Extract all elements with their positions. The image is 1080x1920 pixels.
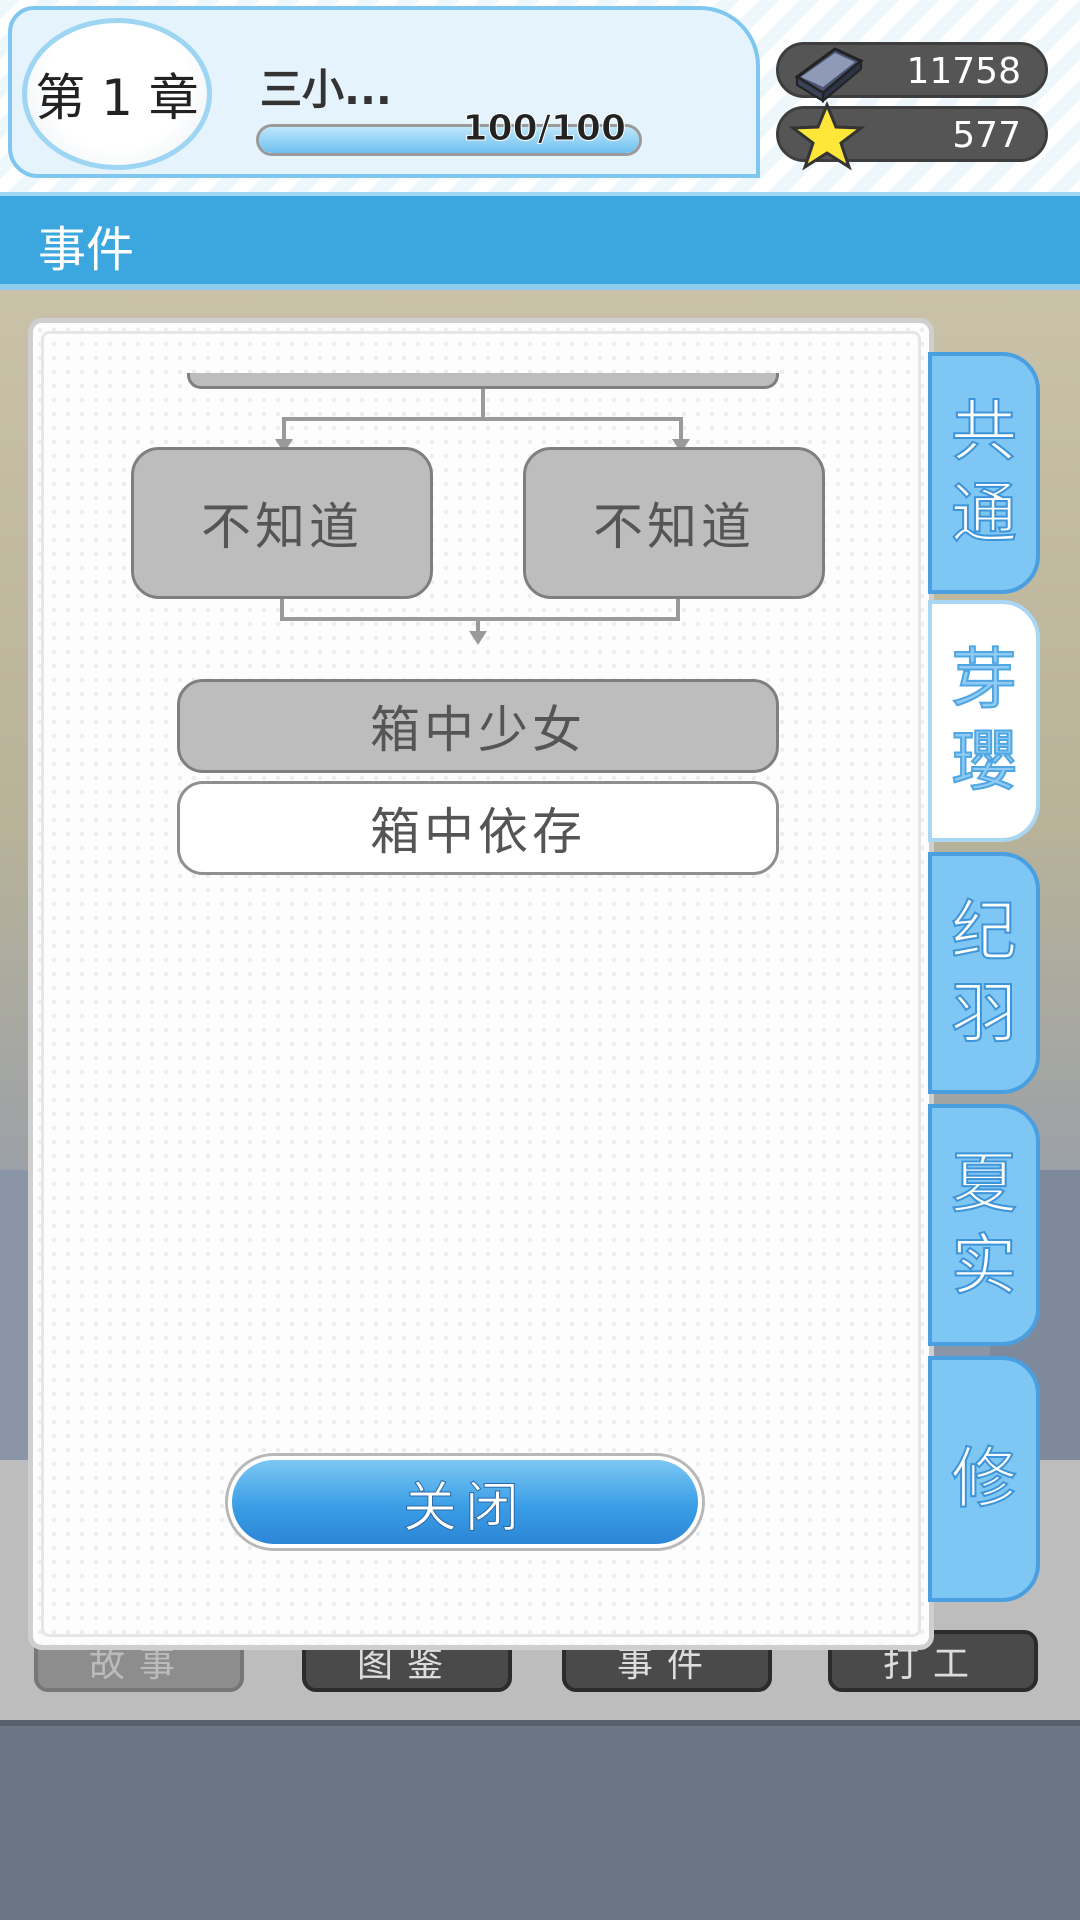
tab-label: 瓔 (950, 722, 1018, 801)
header: 第 1 章 三小... 100/100 11758 577 (0, 0, 1080, 192)
chapter-badge[interactable]: 第 1 章 (22, 18, 212, 170)
currency-gems: 11758 (776, 42, 1048, 104)
star-count: 577 (952, 115, 1021, 156)
gem-count: 11758 (906, 51, 1021, 92)
section-title: 事件 (38, 222, 135, 278)
star-icon (788, 101, 866, 171)
tab-label: 共 (950, 392, 1018, 471)
event-node-current[interactable]: 箱中依存 (177, 781, 779, 875)
connector-line (481, 389, 485, 419)
choice-node-right[interactable]: 不知道 (523, 447, 825, 599)
flow-node-previous (187, 373, 779, 389)
connector-line (679, 417, 683, 441)
gem-block-icon (794, 47, 864, 104)
tab-osamu[interactable]: 修 (928, 1356, 1040, 1602)
tab-common[interactable]: 共 通 (928, 352, 1040, 594)
tab-label: 实 (950, 1226, 1018, 1305)
tab-meri[interactable]: 芽 瓔 (928, 600, 1040, 842)
section-title-bar: 事件 (0, 192, 1080, 290)
tab-label: 芽 (950, 640, 1018, 719)
event-node-locked[interactable]: 箱中少女 (177, 679, 779, 773)
tab-label: 纪 (950, 892, 1018, 971)
tab-label: 通 (950, 474, 1018, 553)
event-flow-modal: 不知道 不知道 箱中少女 箱中依存 (28, 318, 934, 1650)
bottom-divider (0, 1720, 1080, 1726)
tab-label: 夏 (950, 1144, 1018, 1223)
choice-node-left[interactable]: 不知道 (131, 447, 433, 599)
progress-text: 100/100 (462, 108, 626, 150)
currency-stars: 577 (776, 101, 1048, 171)
connector-line (282, 417, 286, 441)
connector-line (280, 617, 680, 621)
bottom-area (0, 1720, 1080, 1920)
tab-label: 修 (950, 1439, 1018, 1518)
arrow-down-icon (469, 631, 487, 645)
tab-kiu[interactable]: 纪 羽 (928, 852, 1040, 1094)
tab-label: 羽 (950, 974, 1018, 1053)
tab-natsumi[interactable]: 夏 实 (928, 1104, 1040, 1346)
close-button[interactable]: 关闭 (228, 1456, 702, 1548)
connector-line (282, 417, 683, 421)
